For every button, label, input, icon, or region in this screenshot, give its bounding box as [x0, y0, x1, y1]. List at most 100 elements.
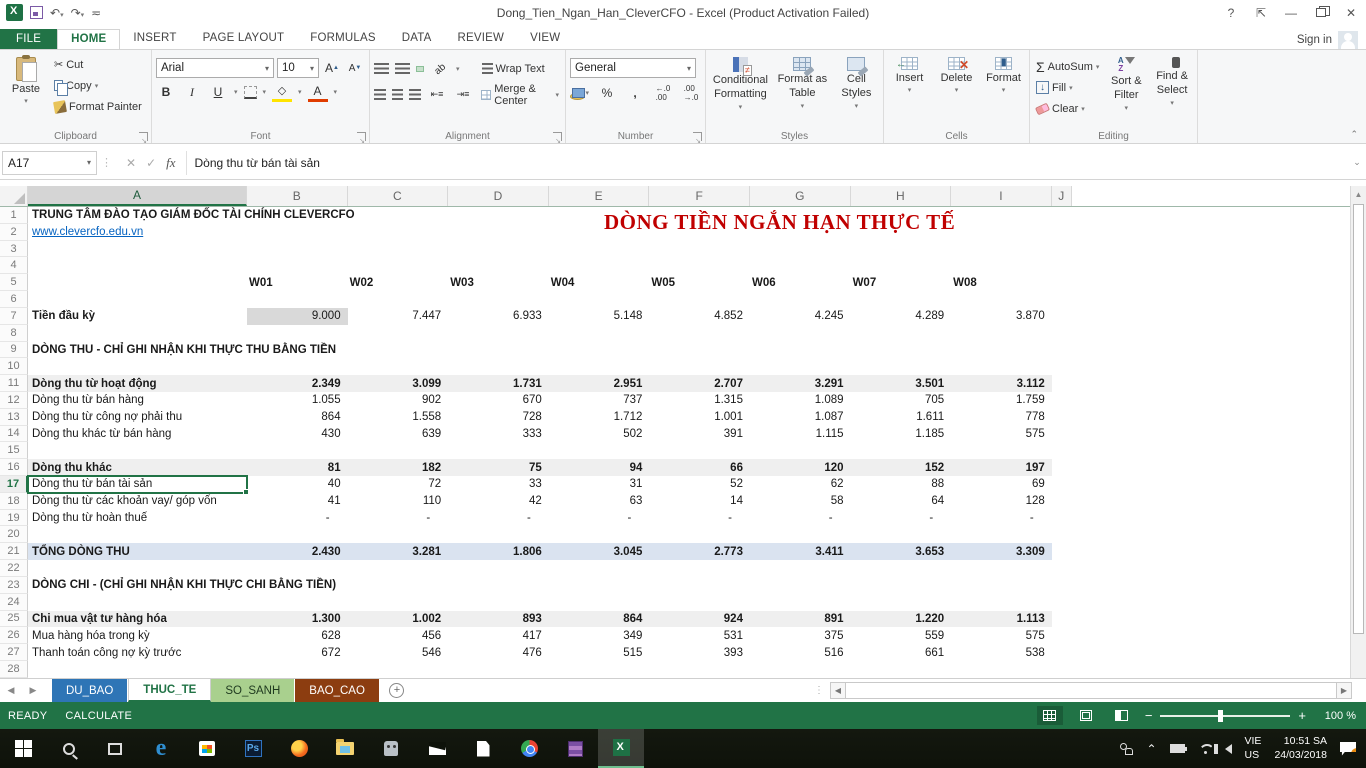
cell-G12[interactable]: 1.089 [750, 392, 851, 409]
cell-A9[interactable]: DÒNG THU - CHỈ GHI NHẬN KHI THỰC THU BẰN… [28, 342, 247, 359]
cell-I8[interactable] [951, 325, 1052, 342]
bold-button[interactable]: B [156, 82, 176, 102]
tab-insert[interactable]: INSERT [120, 29, 189, 49]
cell-C16[interactable]: 182 [348, 459, 449, 476]
cell-F11[interactable]: 2.707 [649, 375, 750, 392]
cell-I1[interactable] [951, 207, 1052, 224]
cell-styles-button[interactable]: Cell Styles▾ [834, 54, 879, 127]
comma-icon[interactable]: , [625, 83, 645, 103]
cell-C6[interactable] [348, 291, 449, 308]
cell-D21[interactable]: 1.806 [448, 543, 549, 560]
cell-I14[interactable]: 575 [951, 426, 1052, 443]
zoom-in-icon[interactable]: + [1298, 708, 1306, 723]
help-button[interactable]: ? [1216, 2, 1246, 24]
clock[interactable]: 10:51 SA 24/03/2018 [1274, 735, 1327, 761]
conditional-formatting-button[interactable]: Conditional Formatting▾ [710, 54, 771, 127]
cell-F9[interactable] [649, 342, 750, 359]
winrar-icon[interactable] [552, 729, 598, 768]
cell-C28[interactable] [348, 661, 449, 678]
language-indicator[interactable]: VIEUS [1245, 735, 1262, 761]
cell-C13[interactable]: 1.558 [348, 409, 449, 426]
cell-J17[interactable] [1052, 476, 1072, 493]
cell-E28[interactable] [549, 661, 650, 678]
cell-J8[interactable] [1052, 325, 1072, 342]
cell-H23[interactable] [851, 577, 952, 594]
cell-E18[interactable]: 63 [549, 493, 650, 510]
cell-D9[interactable] [448, 342, 549, 359]
firefox-icon[interactable] [276, 729, 322, 768]
cell-G11[interactable]: 3.291 [750, 375, 851, 392]
cell-B13[interactable]: 864 [247, 409, 348, 426]
cell-B3[interactable] [247, 241, 348, 258]
cell-D11[interactable]: 1.731 [448, 375, 549, 392]
format-painter-button[interactable]: Format Painter [52, 96, 144, 117]
cell-I10[interactable] [951, 358, 1052, 375]
cell-F20[interactable] [649, 526, 750, 543]
cell-B11[interactable]: 2.349 [247, 375, 348, 392]
cell-B14[interactable]: 430 [247, 426, 348, 443]
cell-C24[interactable] [348, 594, 449, 611]
namebox-splitter[interactable]: ⋮ [97, 156, 116, 169]
cell-D27[interactable]: 476 [448, 644, 549, 661]
font-color-icon[interactable]: A [308, 82, 328, 102]
cell-D10[interactable] [448, 358, 549, 375]
cell-A2[interactable]: www.clevercfo.edu.vn [28, 224, 247, 241]
cell-H18[interactable]: 64 [851, 493, 952, 510]
mail-icon[interactable] [414, 729, 460, 768]
cancel-entry-icon[interactable]: ✕ [126, 156, 136, 170]
sheet-tab-bao_cao[interactable]: BAO_CAO [295, 679, 380, 702]
calculate-status[interactable]: CALCULATE [65, 710, 132, 722]
save-icon[interactable] [30, 6, 43, 19]
cell-J27[interactable] [1052, 644, 1072, 661]
row-header-20[interactable]: 20 [0, 526, 28, 543]
cell-J13[interactable] [1052, 409, 1072, 426]
minimize-button[interactable]: — [1276, 2, 1306, 24]
row-header-12[interactable]: 12 [0, 392, 28, 409]
cell-H10[interactable] [851, 358, 952, 375]
cell-C9[interactable] [348, 342, 449, 359]
cell-D18[interactable]: 42 [448, 493, 549, 510]
cell-A6[interactable] [28, 291, 247, 308]
tab-view[interactable]: VIEW [517, 29, 573, 49]
cell-C18[interactable]: 110 [348, 493, 449, 510]
cell-H17[interactable]: 88 [851, 476, 952, 493]
align-left-icon[interactable] [374, 89, 386, 100]
column-header-H[interactable]: H [851, 186, 952, 206]
scroll-up-icon[interactable]: ▲ [1351, 186, 1366, 202]
cell-H5[interactable]: W07 [851, 274, 952, 291]
cell-A16[interactable]: Dòng thu khác [28, 459, 247, 476]
cell-I28[interactable] [951, 661, 1052, 678]
undo-icon[interactable]: ↶▾ [50, 7, 64, 19]
row-header-3[interactable]: 3 [0, 241, 28, 258]
cell-I26[interactable]: 575 [951, 627, 1052, 644]
zoom-level[interactable]: 100 % [1316, 710, 1356, 722]
document-app-icon[interactable] [460, 729, 506, 768]
excel-app-icon[interactable] [6, 4, 23, 21]
cell-E22[interactable] [549, 560, 650, 577]
row-header-2[interactable]: 2 [0, 224, 28, 241]
cell-E25[interactable]: 864 [549, 611, 650, 628]
cell-B4[interactable] [247, 257, 348, 274]
cell-I11[interactable]: 3.112 [951, 375, 1052, 392]
cell-H22[interactable] [851, 560, 952, 577]
cell-G17[interactable]: 62 [750, 476, 851, 493]
restore-button[interactable] [1306, 2, 1336, 24]
cell-H3[interactable] [851, 241, 952, 258]
cell-I4[interactable] [951, 257, 1052, 274]
cell-G25[interactable]: 891 [750, 611, 851, 628]
cell-E12[interactable]: 737 [549, 392, 650, 409]
cell-F25[interactable]: 924 [649, 611, 750, 628]
cell-H9[interactable] [851, 342, 952, 359]
cell-J26[interactable] [1052, 627, 1072, 644]
prev-sheet-icon[interactable]: ◀ [0, 679, 22, 702]
cell-A8[interactable] [28, 325, 247, 342]
cell-G5[interactable]: W06 [750, 274, 851, 291]
cell-G15[interactable] [750, 442, 851, 459]
cell-F5[interactable]: W05 [649, 274, 750, 291]
cell-D2[interactable] [448, 224, 549, 241]
cell-J10[interactable] [1052, 358, 1072, 375]
clear-button[interactable]: Clear▾ [1034, 98, 1101, 119]
cell-D13[interactable]: 728 [448, 409, 549, 426]
insert-function-icon[interactable]: fx [166, 155, 175, 171]
row-header-8[interactable]: 8 [0, 325, 28, 342]
